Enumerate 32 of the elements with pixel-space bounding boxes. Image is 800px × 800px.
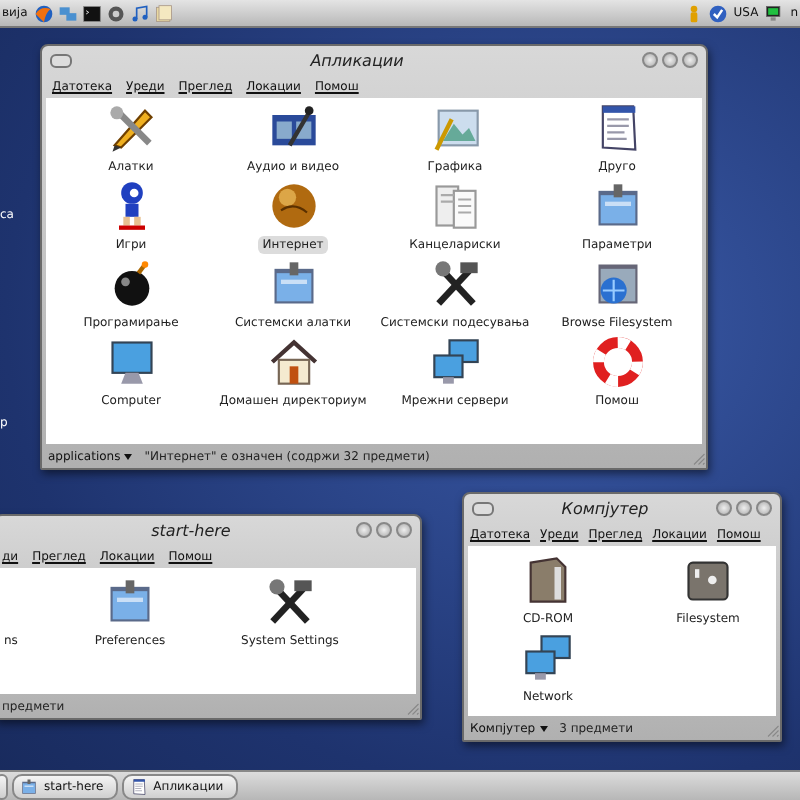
terminal-icon[interactable] [81, 3, 102, 23]
monitors-icon [429, 336, 481, 388]
close-button[interactable] [756, 500, 772, 516]
minimize-button[interactable] [642, 52, 658, 68]
shade-button[interactable] [50, 53, 72, 67]
network-monitor-icon[interactable] [764, 3, 785, 23]
maximize-button[interactable] [662, 52, 678, 68]
caret-icon [124, 453, 133, 459]
maximize-button[interactable] [376, 522, 392, 538]
folder-icon[interactable] [153, 3, 174, 23]
caret-icon [539, 725, 548, 731]
monitor-icon [105, 336, 157, 388]
music-note-icon[interactable] [129, 3, 150, 23]
maximize-button[interactable] [736, 500, 752, 516]
hammer-wrench-icon [429, 258, 481, 310]
documents-icon [429, 180, 481, 232]
house-icon [267, 336, 319, 388]
lifebuoy-icon [591, 336, 643, 388]
window-title: Компјутер [559, 499, 651, 517]
minimize-button[interactable] [356, 522, 372, 538]
pencil-wrench-icon [105, 102, 157, 154]
shade-button[interactable] [472, 501, 494, 515]
monitors-icon [522, 632, 574, 684]
hammer-wrench-icon [264, 576, 316, 628]
document-icon [129, 778, 148, 796]
window-title: start-here [149, 521, 233, 539]
close-button[interactable] [396, 522, 412, 538]
close-button[interactable] [682, 52, 698, 68]
folder-icon [20, 778, 38, 796]
checkmark-icon[interactable] [707, 3, 728, 23]
window-title: Апликации [308, 51, 406, 69]
minimize-button[interactable] [716, 500, 732, 516]
